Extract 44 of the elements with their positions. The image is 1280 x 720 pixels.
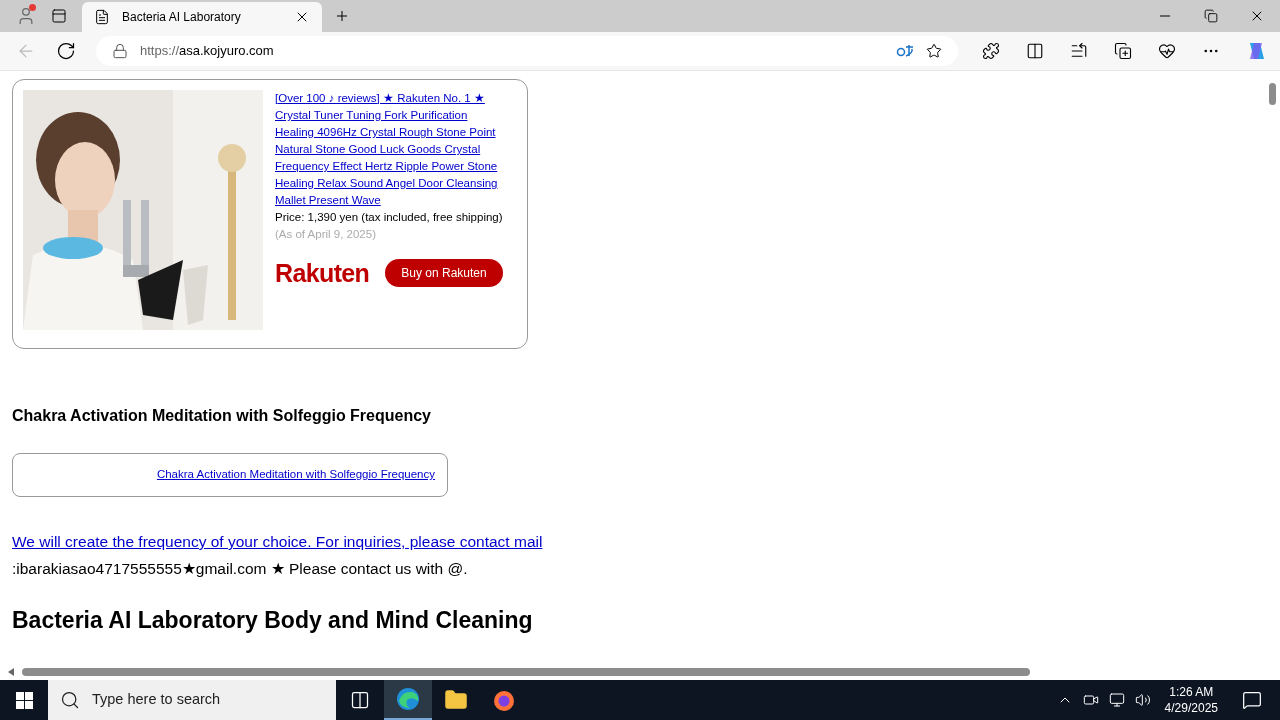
collections-icon[interactable] xyxy=(1114,42,1132,60)
scrollbar-thumb[interactable] xyxy=(22,668,1030,676)
contact-text: :ibarakiasao4717555555★gmail.com ★ Please contact us with @. xyxy=(12,559,469,580)
task-view-icon[interactable] xyxy=(350,690,370,710)
url-text: https://asa.kojyuro.com xyxy=(140,42,274,61)
product-link[interactable]: [Over 100 ♪ reviews] ★ Rakuten No. 1 ★ Crystal Tuner Tuning Fork Purification Healing 4096Hz Crystal Rough Stone Point Natural Stone Good Luck Goods Crystal Frequency Effect Hertz Ripple Power Stone Healing Relax Sound Angel Door Cleansing Mallet Present Wave xyxy=(275,90,503,209)
page-icon[interactable] xyxy=(94,9,110,25)
favorite-icon[interactable] xyxy=(926,43,942,59)
favorites-icon[interactable] xyxy=(1070,42,1088,60)
tab-actions-icon[interactable] xyxy=(50,8,67,24)
contact-link[interactable]: We will create the frequency of your choice. For inquiries, please contact mail xyxy=(12,530,543,554)
scroll-left-icon[interactable] xyxy=(8,668,14,676)
address-bar[interactable]: https://asa.kojyuro.com xyxy=(96,36,958,66)
lock-icon xyxy=(112,43,128,59)
date-text: (As of April 9, 2025) xyxy=(275,228,376,240)
browser-tab[interactable]: Bacteria AI Laboratory xyxy=(82,2,322,32)
refresh-icon[interactable] xyxy=(56,41,76,61)
article-link[interactable]: Chakra Activation Meditation with Solfeggio Frequency xyxy=(156,466,435,484)
edge-icon[interactable] xyxy=(396,687,420,711)
windows-icon[interactable] xyxy=(15,691,33,709)
folder-icon[interactable] xyxy=(444,688,468,712)
search-icon xyxy=(60,690,80,710)
section-heading: Chakra Activation Meditation with Solfeggio Frequency xyxy=(12,406,432,426)
buy-button[interactable]: Buy on Rakuten xyxy=(385,259,503,287)
page-heading: Bacteria AI Laboratory Body and Mind Cleaning xyxy=(12,605,534,635)
notifications-icon[interactable] xyxy=(1242,690,1262,710)
search-placeholder: Type here to search xyxy=(92,690,221,710)
heart-pulse-icon[interactable] xyxy=(1158,42,1176,60)
camera-icon[interactable] xyxy=(1082,692,1099,708)
new-tab-icon[interactable] xyxy=(334,8,350,24)
clock-date: 4/29/2025 xyxy=(1164,700,1218,716)
firefox-icon[interactable] xyxy=(492,688,516,712)
restore-icon[interactable] xyxy=(1204,9,1218,23)
split-screen-icon[interactable] xyxy=(1026,42,1044,60)
volume-icon[interactable] xyxy=(1134,692,1151,708)
rakuten-logo: Rakuten xyxy=(275,264,370,282)
extensions-icon[interactable] xyxy=(982,42,1000,60)
search-field[interactable]: Type here to search xyxy=(48,680,336,720)
clock-time: 1:26 AM xyxy=(1169,684,1214,700)
price-text: Price: 1,390 yen (tax included, free shipping) xyxy=(275,211,503,223)
translate-icon[interactable] xyxy=(896,44,914,58)
scrollbar-thumb[interactable] xyxy=(1268,83,1276,105)
tab-title: Bacteria AI Laboratory xyxy=(122,9,242,26)
network-icon[interactable] xyxy=(1108,692,1125,708)
